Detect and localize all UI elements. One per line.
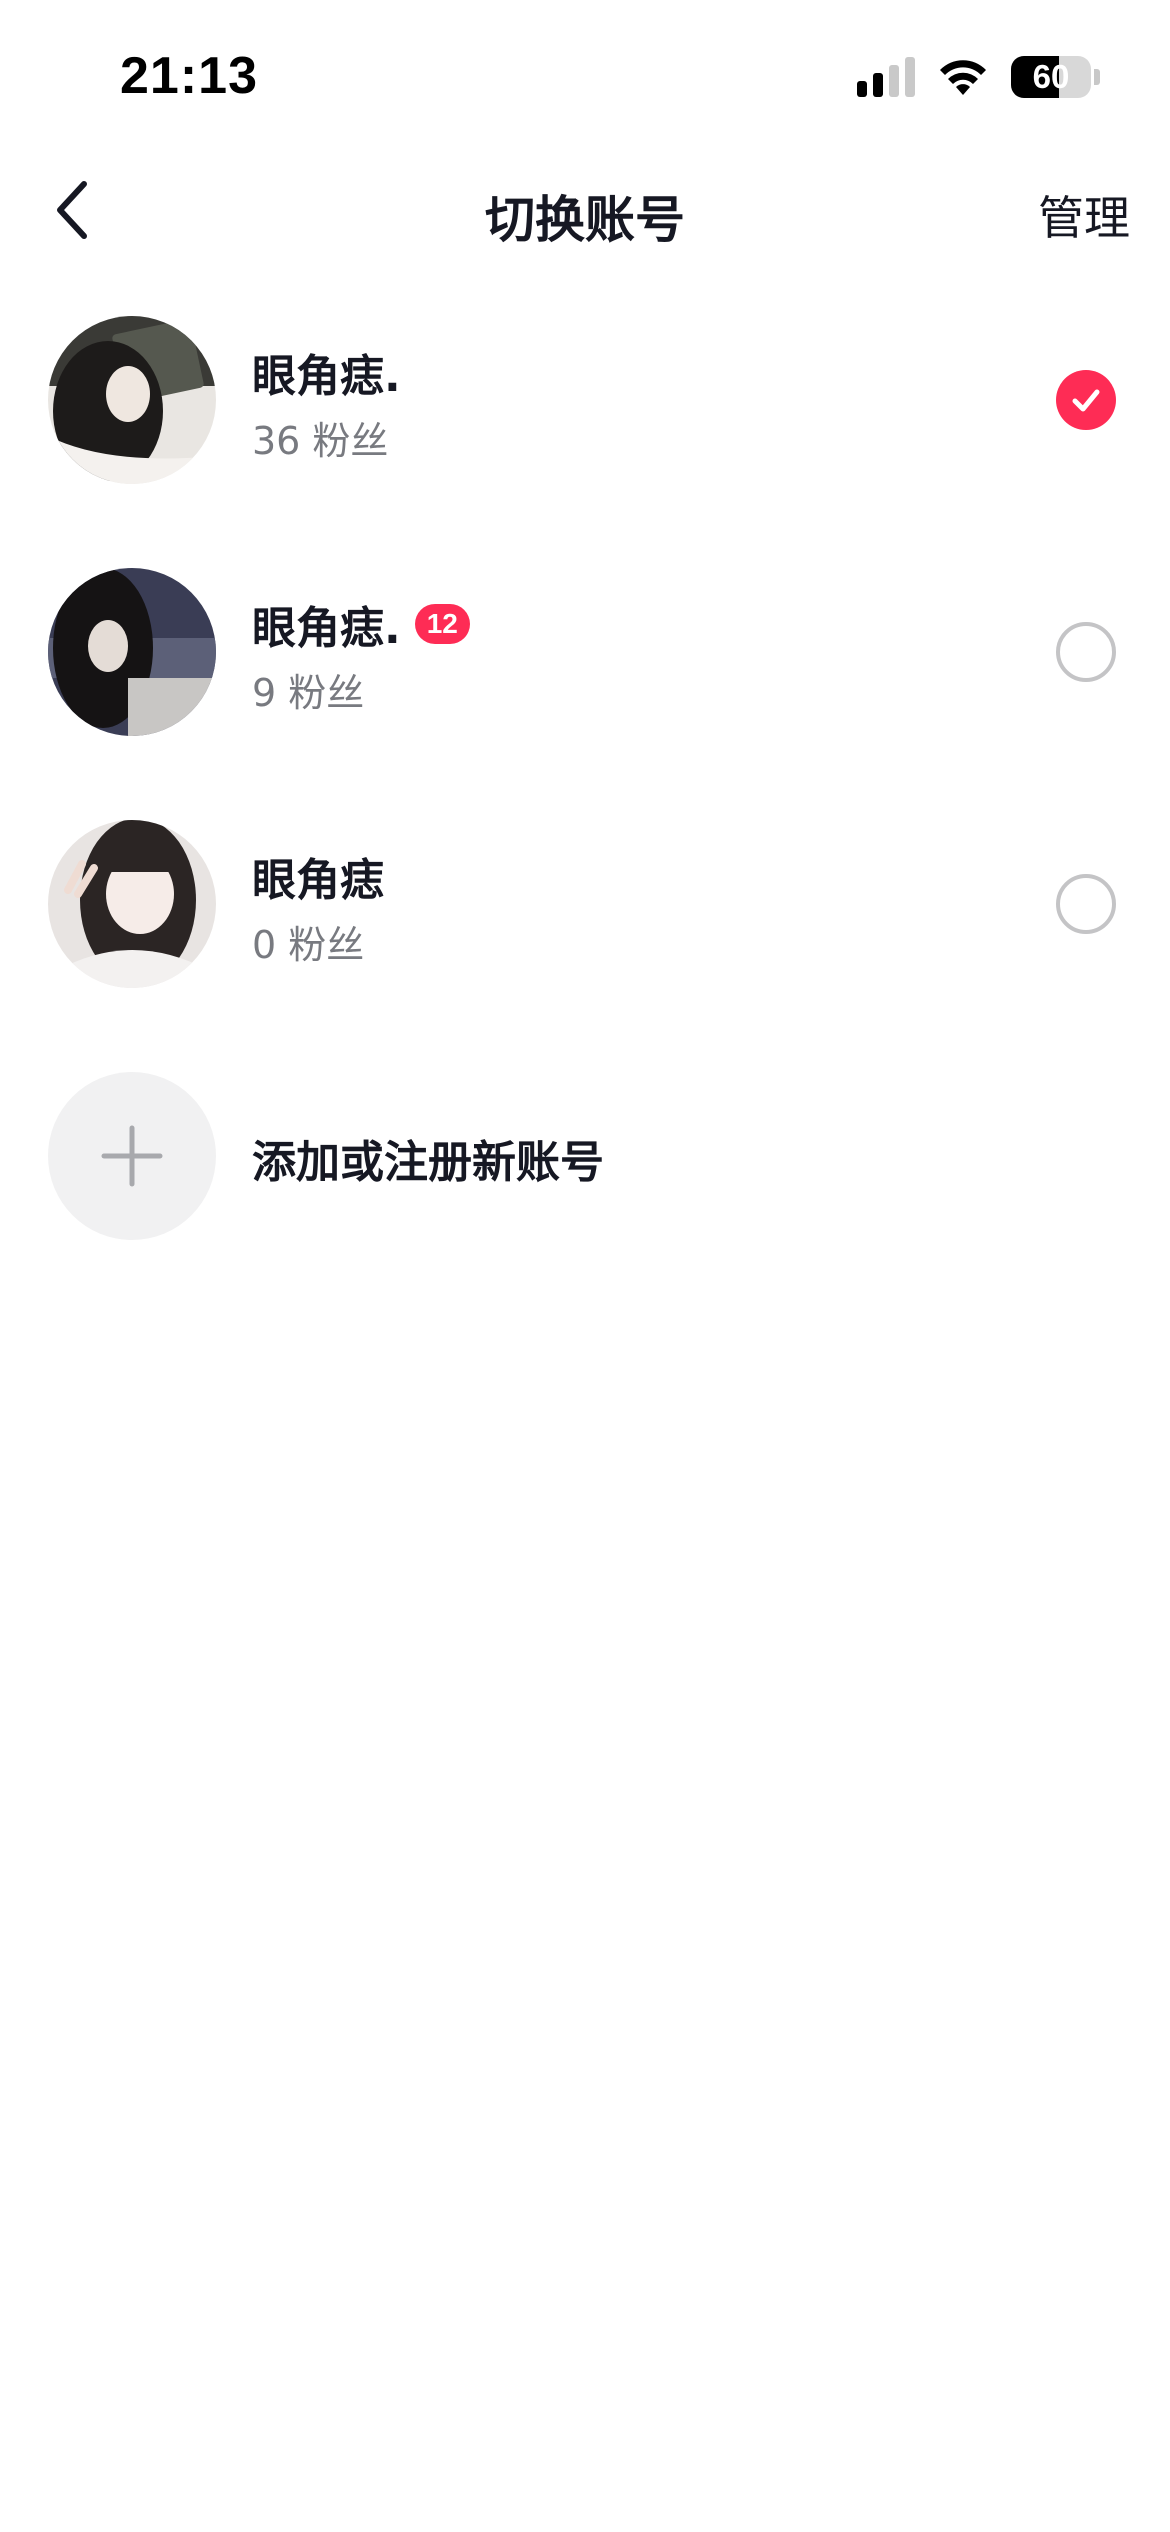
page-title: 切换账号: [485, 191, 685, 249]
add-account-label: 添加或注册新账号: [252, 1137, 604, 1188]
battery-level: 60: [1032, 58, 1070, 95]
avatar: [48, 568, 216, 736]
unselected-radio[interactable]: [1056, 874, 1116, 934]
account-name: 眼角痣.: [252, 351, 401, 402]
nav-bar: 切换账号 管理: [0, 150, 1170, 270]
selected-radio[interactable]: [1056, 370, 1116, 430]
account-followers: 36 粉丝: [252, 419, 389, 463]
notification-badge: 12: [414, 604, 470, 644]
account-name: 眼角痣: [252, 855, 384, 906]
account-name-line: 眼角痣.: [252, 340, 401, 404]
avatar: [48, 316, 216, 484]
account-followers: 9 粉丝: [252, 671, 365, 715]
manage-button[interactable]: 管理: [1038, 182, 1130, 248]
add-account-circle: [48, 1072, 216, 1240]
account-row[interactable]: 眼角痣. 36 粉丝: [0, 300, 1170, 552]
account-followers: 0 粉丝: [252, 923, 365, 967]
cellular-signal-icon: [857, 57, 915, 97]
avatar: [48, 820, 216, 988]
wifi-icon: [940, 60, 986, 95]
account-name-line: 眼角痣. 12: [252, 592, 470, 656]
battery-cap: [1094, 69, 1100, 85]
battery-icon: 60: [1011, 56, 1091, 98]
add-account-button[interactable]: 添加或注册新账号: [0, 1056, 1170, 1308]
account-name-line: 眼角痣: [252, 844, 384, 908]
account-list: 眼角痣. 36 粉丝 眼角痣. 12 9 粉丝 眼角痣 0 粉丝 添加或注册新账…: [0, 300, 1170, 1308]
account-row[interactable]: 眼角痣. 12 9 粉丝: [0, 552, 1170, 804]
account-name: 眼角痣.: [252, 603, 401, 654]
check-icon: [1072, 389, 1100, 412]
status-bar: 21:13 60: [0, 0, 1170, 150]
status-time: 21:13: [120, 47, 258, 105]
unselected-radio[interactable]: [1056, 622, 1116, 682]
account-row[interactable]: 眼角痣 0 粉丝: [0, 804, 1170, 1056]
status-icons: 60: [857, 52, 1100, 102]
plus-icon: [101, 1125, 163, 1187]
